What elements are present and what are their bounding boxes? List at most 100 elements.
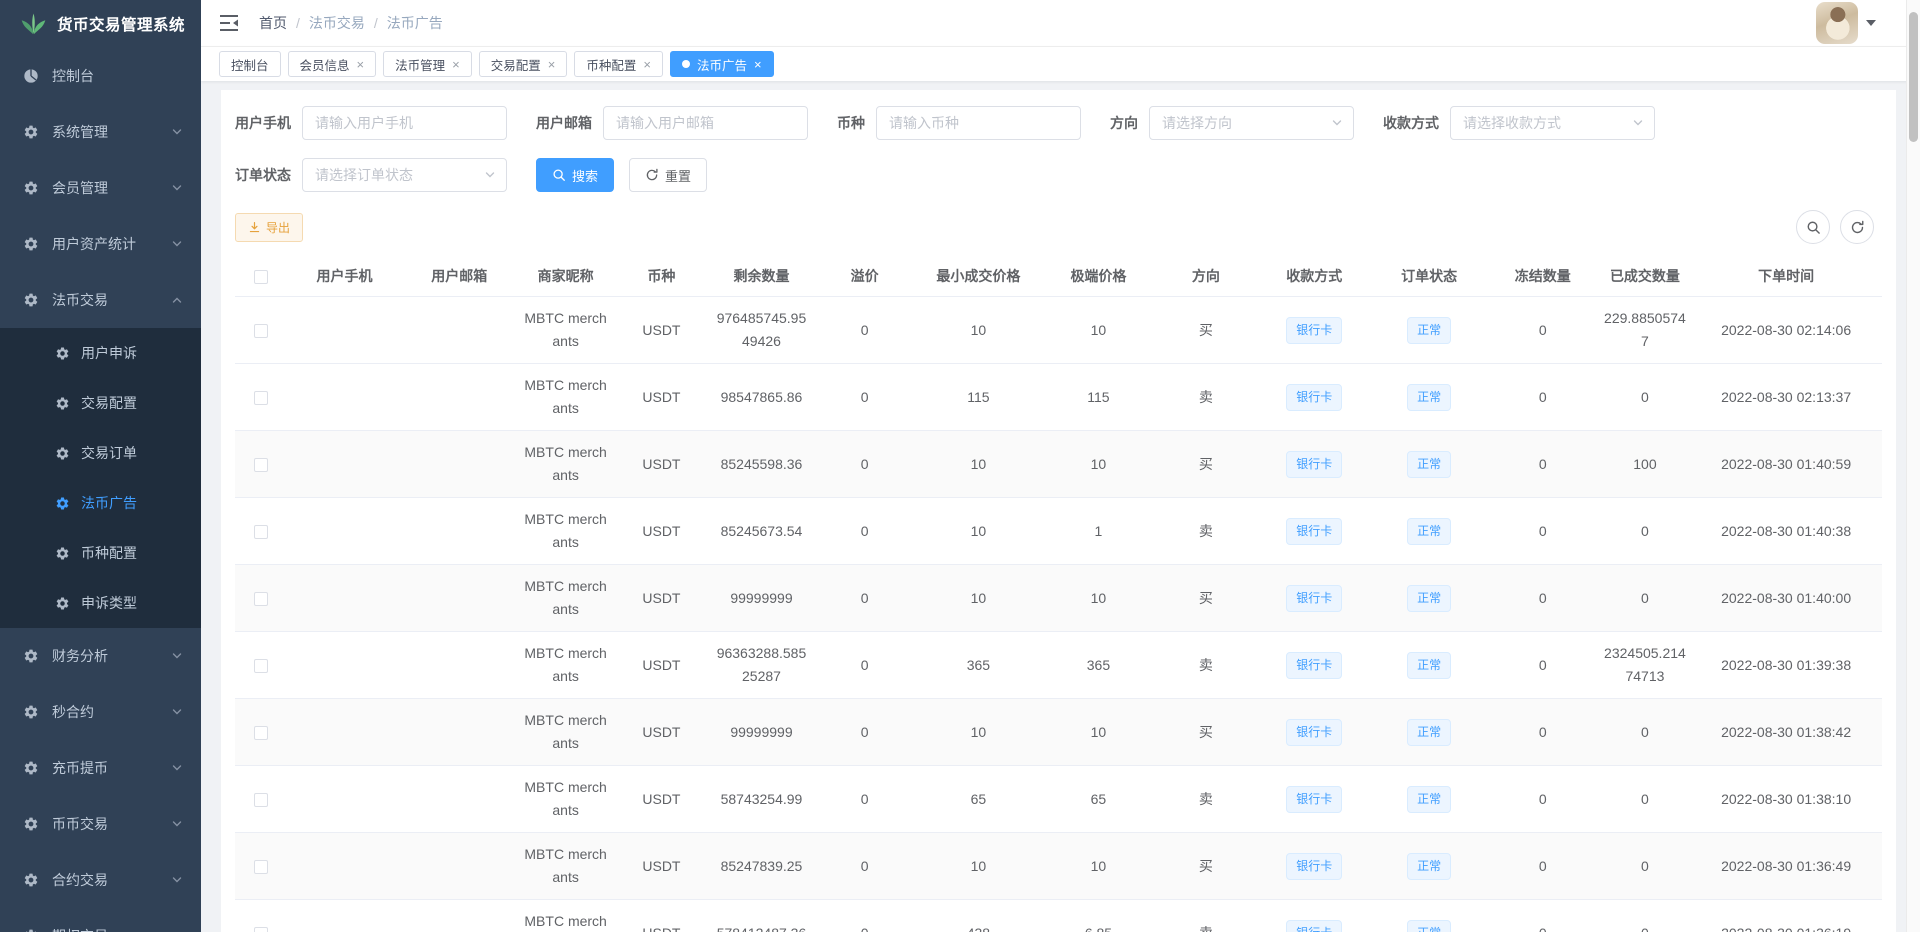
tab-3[interactable]: 交易配置× xyxy=(479,51,568,77)
cell: 10 xyxy=(915,699,1041,766)
sidebar: 货币交易管理系统 控制台系统管理会员管理用户资产统计法币交易用户申诉交易配置交易… xyxy=(0,0,201,932)
row-checkbox[interactable] xyxy=(254,860,268,874)
tab-close-icon[interactable]: × xyxy=(643,58,651,71)
menu-fold-icon[interactable] xyxy=(219,14,239,32)
tab-close-icon[interactable]: × xyxy=(548,58,556,71)
cell xyxy=(288,833,402,900)
order-status-tag: 正常 xyxy=(1407,786,1451,813)
cell xyxy=(401,297,517,364)
tab-0[interactable]: 控制台 xyxy=(219,51,281,77)
gear-icon xyxy=(55,396,70,411)
filter-label: 用户邮箱 xyxy=(536,113,592,133)
filter-field-1: 用户邮箱 xyxy=(536,106,808,140)
row-checkbox[interactable] xyxy=(254,458,268,472)
sidebar-item-7[interactable]: 充币提币 xyxy=(0,740,201,796)
search-icon xyxy=(1806,220,1821,235)
toggle-search-button[interactable] xyxy=(1796,210,1830,244)
收款方式-select[interactable]: 请选择收款方式 xyxy=(1450,106,1655,140)
sidebar-item-6[interactable]: 秒合约 xyxy=(0,684,201,740)
cell: 卖 xyxy=(1155,900,1256,932)
sidebar-item-label: 用户资产统计 xyxy=(52,234,171,254)
breadcrumb-item[interactable]: 法币交易 xyxy=(309,13,365,33)
tab-2[interactable]: 法币管理× xyxy=(383,51,472,77)
chevron-down-icon xyxy=(171,126,183,138)
tag-tabs-bar: 控制台会员信息×法币管理× 交易配置×币种配置× 法币广告 × xyxy=(201,47,1920,81)
sidebar-item-label: 系统管理 xyxy=(52,122,171,142)
search-button[interactable]: 搜索 xyxy=(536,158,614,192)
cell: 365 xyxy=(915,632,1041,699)
sidebar-item-2[interactable]: 会员管理 xyxy=(0,160,201,216)
table-row: MBTC merchantsUSDT976485745.954942601010… xyxy=(235,297,1882,364)
select-placeholder: 请选择方向 xyxy=(1162,113,1232,133)
sidebar-item-5[interactable]: 财务分析 xyxy=(0,628,201,684)
user-menu-caret-icon[interactable] xyxy=(1866,20,1876,26)
row-checkbox[interactable] xyxy=(254,927,268,932)
scrollbar-thumb[interactable] xyxy=(1909,12,1918,142)
用户邮箱-input[interactable] xyxy=(603,106,808,140)
payment-method-tag: 银行卡 xyxy=(1286,786,1342,813)
sidebar-item-1[interactable]: 系统管理 xyxy=(0,104,201,160)
tab-close-icon[interactable]: × xyxy=(452,58,460,71)
cell xyxy=(401,498,517,565)
row-checkbox[interactable] xyxy=(254,324,268,338)
avatar[interactable] xyxy=(1816,2,1858,44)
row-checkbox[interactable] xyxy=(254,726,268,740)
sidebar-item-4[interactable]: 法币交易 xyxy=(0,272,201,328)
refresh-table-button[interactable] xyxy=(1840,210,1874,244)
用户手机-input[interactable] xyxy=(302,106,507,140)
sidebar-item-10[interactable]: 期权交易 xyxy=(0,908,201,932)
breadcrumb-home[interactable]: 首页 xyxy=(259,13,287,33)
cell xyxy=(401,632,517,699)
cell: USDT xyxy=(614,498,709,565)
sidebar-item-0[interactable]: 控制台 xyxy=(0,48,201,104)
tab-1[interactable]: 会员信息× xyxy=(288,51,377,77)
cell: 0 xyxy=(814,431,915,498)
cell: 正常 xyxy=(1372,297,1486,364)
gear-icon xyxy=(23,648,39,664)
row-checkbox[interactable] xyxy=(254,793,268,807)
cell: MBTC merchants xyxy=(517,498,614,565)
sidebar-subitem-4-4[interactable]: 币种配置 xyxy=(0,528,201,578)
sidebar-item-3[interactable]: 用户资产统计 xyxy=(0,216,201,272)
cell: 银行卡 xyxy=(1256,632,1372,699)
cell: 10 xyxy=(915,431,1041,498)
main-content: 用户手机用户邮箱币种方向请选择方向收款方式请选择收款方式 订单状态请选择订单状态… xyxy=(201,81,1920,932)
cell xyxy=(288,565,402,632)
tab-5[interactable]: 法币广告 × xyxy=(670,51,774,77)
payment-method-tag: 银行卡 xyxy=(1286,451,1342,478)
app-logo[interactable]: 货币交易管理系统 xyxy=(0,0,201,48)
cell xyxy=(288,766,402,833)
sidebar-subitem-4-1[interactable]: 交易配置 xyxy=(0,378,201,428)
chevron-down-icon xyxy=(171,762,183,774)
sidebar-subitem-4-3[interactable]: 法币广告 xyxy=(0,478,201,528)
reset-button-label: 重置 xyxy=(665,166,691,185)
tab-4[interactable]: 币种配置× xyxy=(574,51,663,77)
sidebar-item-9[interactable]: 合约交易 xyxy=(0,852,201,908)
cell: 2022-08-30 01:36:49 xyxy=(1690,833,1882,900)
export-button[interactable]: 导出 xyxy=(235,213,303,242)
table-row: MBTC merchantsUSDT58743254.9906565卖银行卡正常… xyxy=(235,766,1882,833)
币种-input[interactable] xyxy=(876,106,1081,140)
sidebar-subitem-4-0[interactable]: 用户申诉 xyxy=(0,328,201,378)
payment-method-tag: 银行卡 xyxy=(1286,652,1342,679)
column-header: 溢价 xyxy=(814,256,915,297)
sidebar-subitem-4-5[interactable]: 申诉类型 xyxy=(0,578,201,628)
cell: 银行卡 xyxy=(1256,565,1372,632)
sidebar-subitem-4-2[interactable]: 交易订单 xyxy=(0,428,201,478)
row-checkbox[interactable] xyxy=(254,659,268,673)
row-checkbox[interactable] xyxy=(254,525,268,539)
sidebar-item-8[interactable]: 币币交易 xyxy=(0,796,201,852)
row-checkbox[interactable] xyxy=(254,592,268,606)
tab-close-icon[interactable]: × xyxy=(357,58,365,71)
cell xyxy=(401,833,517,900)
tab-close-icon[interactable]: × xyxy=(754,58,762,71)
tab-label: 法币广告 xyxy=(697,55,747,74)
方向-select[interactable]: 请选择方向 xyxy=(1149,106,1354,140)
reset-button[interactable]: 重置 xyxy=(629,158,707,192)
filter-field-0: 用户手机 xyxy=(235,106,507,140)
cell xyxy=(288,498,402,565)
订单状态-select[interactable]: 请选择订单状态 xyxy=(302,158,507,192)
select-all-checkbox[interactable] xyxy=(254,270,268,284)
row-checkbox[interactable] xyxy=(254,391,268,405)
gear-icon xyxy=(55,546,70,561)
